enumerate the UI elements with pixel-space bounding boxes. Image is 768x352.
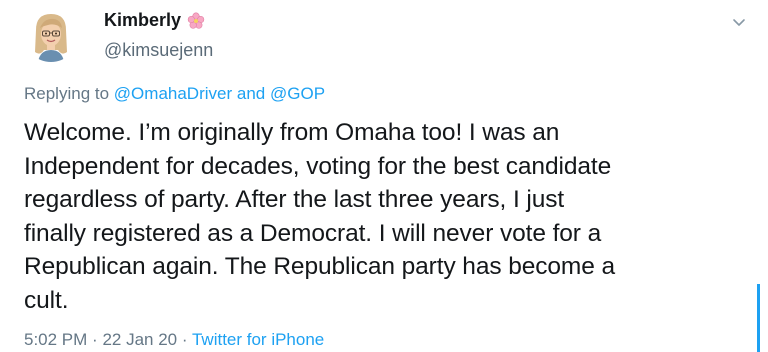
tweet-text: Welcome. I’m originally from Omaha too! … (24, 116, 744, 317)
avatar[interactable] (24, 8, 78, 62)
author-name-row[interactable]: Kimberly (104, 10, 205, 31)
tweet-line: finally registered as a Democrat. I will… (24, 219, 602, 247)
display-name[interactable]: Kimberly (104, 10, 181, 31)
cherry-blossom-icon (187, 12, 205, 29)
reply-user-link-gop[interactable]: @GOP (270, 84, 325, 103)
chevron-down-icon[interactable] (731, 14, 747, 30)
meta-separator: · (92, 330, 98, 349)
tweet-line: Republican again. The Republican party h… (24, 253, 615, 280)
tweet-line: Welcome. I’m originally from Omaha too! … (24, 119, 560, 146)
tweet-date[interactable]: 22 Jan 20 (102, 330, 177, 349)
tweet-line: regardless of party. After the last thre… (24, 186, 565, 213)
tweet-line: cult. (24, 286, 69, 314)
reply-user-link-omahadriver[interactable]: @OmahaDriver (114, 84, 232, 103)
scrollbar[interactable] (757, 284, 760, 352)
reply-and[interactable]: and (237, 84, 265, 103)
tweet-line: Independent for decades, voting for the … (24, 152, 612, 180)
replying-to: Replying to @OmahaDriver and @GOP (24, 84, 325, 104)
avatar-image (24, 8, 78, 62)
tweet-time[interactable]: 5:02 PM (24, 330, 87, 349)
meta-separator: · (181, 330, 188, 349)
tweet-meta: 5:02 PM · 22 Jan 20 · Twitter for iPhone (24, 330, 324, 350)
tweet-source-link[interactable]: Twitter for iPhone (192, 330, 324, 349)
user-handle[interactable]: @kimsuejenn (104, 40, 213, 61)
replying-prefix: Replying to (24, 84, 110, 103)
